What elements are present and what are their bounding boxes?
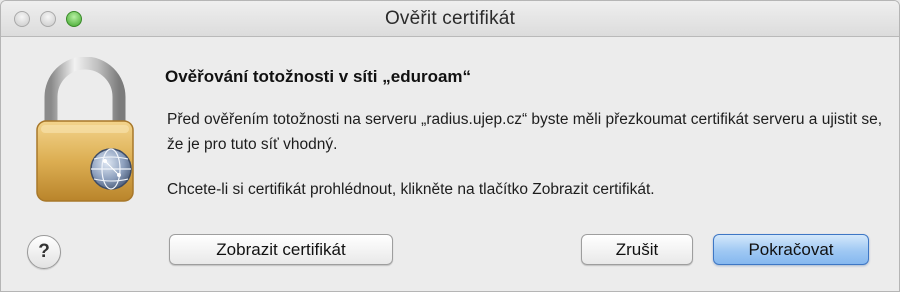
dialog-heading: Ověřování totožnosti v síti „eduroam“ [165,67,472,86]
continue-button[interactable]: Pokračovat [713,234,869,265]
certificate-dialog-window: Ověřit certifikát Ověřování totožnosti v… [0,0,900,292]
show-certificate-button[interactable]: Zobrazit certifikát [169,234,393,265]
cancel-button[interactable]: Zrušit [581,234,693,265]
dialog-message: Před ověřením totožnosti na serveru „rad… [167,111,883,153]
title-bar[interactable]: Ověřit certifikát [1,1,899,37]
dialog-content: Ověřování totožnosti v síti „eduroam“ Př… [1,37,899,291]
help-button[interactable]: ? [27,235,61,269]
network-globe-icon [90,148,132,190]
window-title: Ověřit certifikát [384,8,516,29]
dialog-instruction: Chcete-li si certifikát prohlédnout, kli… [167,181,655,198]
lock-icon [36,57,134,202]
